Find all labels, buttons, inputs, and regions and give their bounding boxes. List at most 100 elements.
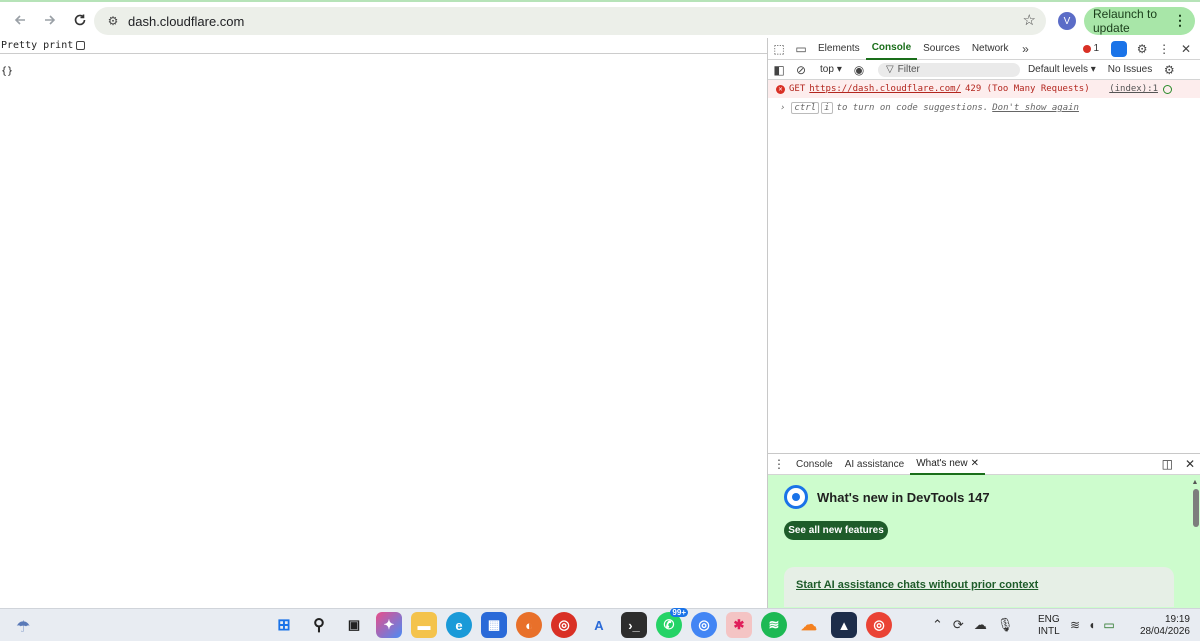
devtools-menu-icon[interactable]: ⋮ xyxy=(1153,38,1175,60)
forward-button[interactable] xyxy=(36,6,64,34)
relaunch-button[interactable]: Relaunch to update ⋮ xyxy=(1084,7,1195,35)
app-launcher-icon[interactable]: A xyxy=(586,612,612,638)
site-info-icon[interactable]: ⚙ xyxy=(102,14,124,28)
bookmark-star-icon[interactable]: ☆ xyxy=(1023,11,1036,29)
url-text[interactable]: dash.cloudflare.com xyxy=(128,14,244,29)
drawer-controls: ◫ ✕ xyxy=(1162,457,1195,471)
chrome-profile-icon[interactable]: ◎ xyxy=(691,612,717,638)
chrome-icon[interactable]: ◎ xyxy=(551,612,577,638)
spotify-icon[interactable]: ≋ xyxy=(761,612,787,638)
console-error-message: ✕ GET https://dash.cloudflare.com/ 429 (… xyxy=(768,80,1200,98)
log-levels-select[interactable]: Default levels ▾ xyxy=(1028,64,1096,75)
copilot-icon[interactable]: ✦ xyxy=(376,612,402,638)
scroll-up-icon[interactable]: ▲ xyxy=(1191,479,1199,486)
taskbar-apps: ⊞ ⚲ ▣ ✦ ▬ e ▦ ◐ ◎ A ›_ ✆ 99+ ◎ ✱ ≋ ☁ ▲ ◎ xyxy=(271,608,892,638)
microphone-icon[interactable]: 🎙 xyxy=(997,617,1014,633)
onedrive-cloud-icon[interactable]: ☁ xyxy=(974,617,987,633)
console-prompt[interactable]: › ctrl i to turn on code suggestions. Do… xyxy=(768,98,1200,118)
edge-icon[interactable]: e xyxy=(446,612,472,638)
drawer-tab-whats-new[interactable]: What's new ✕ xyxy=(910,453,985,475)
error-icon xyxy=(1082,44,1091,53)
clock[interactable]: 19:19 28/04/2026 xyxy=(1138,614,1190,638)
context-value: top xyxy=(820,64,834,75)
chrome-beta-icon[interactable]: ◎ xyxy=(866,612,892,638)
clear-console-icon[interactable]: ⊘ xyxy=(790,59,812,81)
shortcut-key-ctrl: ctrl xyxy=(791,102,820,114)
cloudflare-warp-icon[interactable]: ☁ xyxy=(796,612,822,638)
lang-layout: INTL xyxy=(1038,626,1060,637)
terminal-icon[interactable]: ›_ xyxy=(621,612,647,638)
context-select[interactable]: top ▾ xyxy=(820,64,842,75)
see-all-features-button[interactable]: See all new features xyxy=(784,521,888,540)
sidebar-toggle-icon[interactable]: ◧ xyxy=(768,59,790,81)
error-count-badge[interactable]: 1 xyxy=(1082,43,1100,54)
drawer-tab-console[interactable]: Console xyxy=(790,453,839,475)
tray-chevron-up-icon[interactable]: ⌃ xyxy=(932,617,943,633)
source-link[interactable]: (index):1 xyxy=(1109,84,1158,94)
drawer-tabbar: ⋮ Console AI assistance What's new ✕ ◫ ✕ xyxy=(768,453,1200,475)
whats-new-scrollbar[interactable]: ▲ xyxy=(1191,479,1199,608)
search-icon[interactable]: ⚲ xyxy=(306,612,332,638)
console-settings-gear-icon[interactable]: ⚙ xyxy=(1158,59,1180,81)
scroll-thumb[interactable] xyxy=(1193,489,1199,527)
pretty-print-checkbox[interactable] xyxy=(76,41,86,50)
address-bar[interactable]: ⚙ dash.cloudflare.com ☆ xyxy=(94,7,1046,35)
prompt-chevron-icon: › xyxy=(780,103,786,113)
request-url-link[interactable]: https://dash.cloudflare.com/ xyxy=(809,84,961,94)
dont-show-again-link[interactable]: Don't show again xyxy=(992,103,1079,113)
pretty-print-label: Pretty print xyxy=(1,40,74,51)
file-explorer-icon[interactable]: ▬ xyxy=(411,612,437,638)
whats-new-header: What's new in DevTools 147 xyxy=(768,475,1200,509)
status-icons[interactable]: ≋ ◖ ▭ xyxy=(1070,618,1115,632)
tab-sources[interactable]: Sources xyxy=(917,38,966,60)
eye-icon[interactable]: ◉ xyxy=(848,59,870,81)
inspect-element-icon[interactable]: ⬚ xyxy=(768,38,790,60)
whats-new-title: What's new in DevTools 147 xyxy=(817,489,990,505)
network-globe-icon[interactable] xyxy=(1163,84,1172,94)
sync-icon[interactable]: ⟳ xyxy=(953,617,964,633)
tab-console[interactable]: Console xyxy=(865,38,918,60)
filter-input[interactable]: ▽ Filter xyxy=(877,62,1020,77)
issues-counter[interactable]: No Issues xyxy=(1108,64,1152,75)
arc-app-icon[interactable]: ▲ xyxy=(831,612,857,638)
volume-icon: ◖ xyxy=(1088,618,1096,632)
tab-network[interactable]: Network xyxy=(966,38,1015,60)
more-tabs-icon[interactable]: » xyxy=(1015,38,1037,60)
json-body: {} xyxy=(1,66,14,77)
devtools-drawer: ⋮ Console AI assistance What's new ✕ ◫ ✕… xyxy=(768,453,1200,608)
task-view-icon[interactable]: ▣ xyxy=(341,612,367,638)
chevron-down-icon: ▾ xyxy=(1090,64,1096,75)
lang-code: ENG xyxy=(1038,614,1060,625)
profile-avatar[interactable]: V xyxy=(1058,12,1076,30)
close-tab-icon[interactable]: ✕ xyxy=(971,458,979,469)
close-devtools-icon[interactable]: ✕ xyxy=(1175,38,1197,60)
back-button[interactable] xyxy=(6,6,34,34)
update-icon[interactable] xyxy=(1111,40,1128,57)
devtools-panel: ⬚ ▭ Elements Console Sources Network » 1… xyxy=(767,38,1200,608)
devtools-tabbar: ⬚ ▭ Elements Console Sources Network » 1… xyxy=(768,38,1200,60)
dock-side-icon[interactable]: ◫ xyxy=(1162,457,1173,471)
settings-gear-icon[interactable]: ⚙ xyxy=(1131,38,1153,60)
close-drawer-icon[interactable]: ✕ xyxy=(1185,457,1195,471)
shortcut-key-i: i xyxy=(821,102,833,114)
weather-umbrella-icon[interactable]: ☂ xyxy=(16,617,30,637)
drawer-menu-icon[interactable]: ⋮ xyxy=(768,453,790,475)
whatsapp-icon[interactable]: ✆ 99+ xyxy=(656,608,688,638)
battery-icon: ▭ xyxy=(1103,618,1115,632)
start-windows-icon[interactable]: ⊞ xyxy=(271,612,297,638)
feature-card-link[interactable]: Start AI assistance chats without prior … xyxy=(784,567,1174,607)
drawer-tab-ai-assistance[interactable]: AI assistance xyxy=(839,453,910,475)
page-content: Pretty print {} xyxy=(0,38,767,608)
language-indicator[interactable]: ENG INTL xyxy=(1038,614,1060,638)
firefox-icon[interactable]: ◐ xyxy=(516,612,542,638)
store-icon[interactable]: ▦ xyxy=(481,612,507,638)
tab-elements[interactable]: Elements xyxy=(812,38,866,60)
slack-icon[interactable]: ✱ xyxy=(726,612,752,638)
whatsapp-badge: 99+ xyxy=(670,608,688,617)
error-count: 1 xyxy=(1093,43,1100,54)
devtools-logo-icon xyxy=(784,485,808,509)
filter-placeholder: Filter xyxy=(897,64,920,75)
reload-button[interactable] xyxy=(66,6,94,34)
pretty-print-bar: Pretty print xyxy=(0,38,767,54)
device-toolbar-icon[interactable]: ▭ xyxy=(790,38,812,60)
